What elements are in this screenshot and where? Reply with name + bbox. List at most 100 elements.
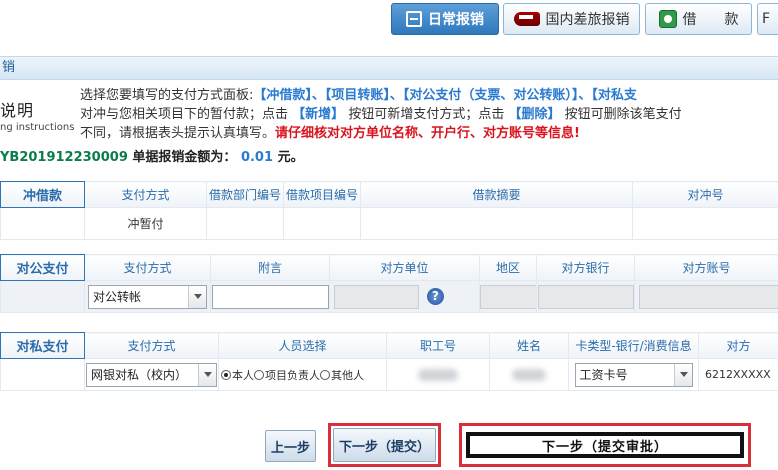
table-header-row: 对私支付 支付方式 人员选择 职工号 姓名 卡类型-银行/消费信息 对方 (0, 332, 778, 359)
public-pay-method-select[interactable]: 对公转帐 (88, 284, 207, 309)
public-payment-label: 对公支付 (0, 254, 85, 281)
bill-amount: 0.01 (240, 150, 274, 165)
column-header: 借款摘要 (360, 181, 633, 208)
tab-domestic-travel[interactable]: 国内差旅报销 (503, 3, 640, 35)
empty-cell (0, 207, 85, 240)
radio-label: 本人 (232, 368, 254, 382)
column-header: 支付方式 (84, 254, 211, 281)
bill-summary: YB201912230009 单据报销金额为： 0.01 元。 (0, 146, 304, 165)
instruction-options: 【冲借款】、【项目转账】、【对公支付（支票、对公转账）】、【对私支 (253, 88, 637, 103)
table-cell (632, 207, 778, 240)
counterparty-cell: ? (329, 280, 480, 313)
chevron-down-icon[interactable] (188, 285, 206, 308)
radio-label: 项目负责人 (265, 368, 320, 382)
radio-self[interactable] (221, 369, 231, 380)
tab-label: F (762, 11, 771, 27)
employee-id-cell (386, 358, 490, 391)
previous-step-button[interactable]: 上一步 (265, 430, 316, 462)
instruction-text: 按钮可删除该笔支付 (564, 107, 682, 122)
empty-cell (0, 358, 85, 391)
region-input[interactable] (480, 284, 536, 309)
instruction-text: 对冲与您相关项目下的暂付款；点击 (80, 107, 289, 122)
tab-daily-reimbursement[interactable]: 日常报销 (391, 3, 499, 35)
private-pay-method-cell: 网银对私（校内） (84, 358, 219, 391)
table-header-row: 对公支付 支付方式 附言 对方单位 地区 对方银行 对方账号 (0, 254, 778, 281)
private-payment-table: 对私支付 支付方式 人员选择 职工号 姓名 卡类型-银行/消费信息 对方 网银对… (0, 332, 778, 391)
column-header: 地区 (479, 254, 537, 281)
submit-for-approval-button[interactable]: 下一步（提交审批） (466, 432, 744, 458)
private-account-value: 6212XXXXX (705, 368, 771, 381)
column-header: 卡类型-银行/消费信息 (568, 332, 699, 359)
form-icon (406, 11, 422, 27)
chevron-down-icon[interactable] (198, 363, 216, 386)
column-header: 支付方式 (84, 332, 219, 359)
table-row: 冲暂付 (0, 207, 778, 240)
counterparty-input[interactable] (334, 284, 419, 309)
account-cell: 6212XXXXX (698, 358, 778, 391)
column-header: 借款项目编号 (283, 181, 361, 208)
table-row: 对公转帐 ? (0, 280, 778, 313)
instruction-warning: 请仔细核对对方单位名称、开户行、对方账号等信息! (275, 126, 580, 141)
table-header-row: 冲借款 支付方式 借款部门编号 借款项目编号 借款摘要 对冲号 (0, 181, 778, 208)
description-subtitle: ng instructions (0, 122, 75, 133)
amount-unit: 元。 (277, 150, 304, 165)
redacted-name (512, 369, 546, 381)
account-input[interactable] (639, 284, 778, 309)
next-submit-button[interactable]: 下一步（提交） (333, 428, 436, 462)
offset-loan-label: 冲借款 (0, 181, 85, 208)
private-payment-label: 对私支付 (0, 332, 85, 359)
person-select-cell: 本人 项目负责人 其他人 (218, 358, 387, 391)
instruction-line-1: 选择您要填写的支付方式面板:【冲借款】、【项目转账】、【对公支付（支票、对公转账… (80, 86, 778, 105)
radio-project-leader[interactable] (254, 369, 264, 380)
tab-partial[interactable]: F (757, 3, 778, 35)
select-value: 对公转帐 (93, 289, 142, 304)
instruction-delete-keyword: 【删除】 (508, 107, 561, 122)
public-payment-table: 对公支付 支付方式 附言 对方单位 地区 对方银行 对方账号 对公转帐 ? (0, 254, 778, 313)
card-type-select[interactable]: 工资卡号 (574, 362, 693, 387)
column-header: 支付方式 (84, 181, 207, 208)
table-cell (283, 207, 361, 240)
section-title: 销 (2, 60, 16, 75)
select-value: 网银对私（校内） (91, 367, 188, 382)
region-cell (479, 280, 537, 313)
column-header: 对方账号 (634, 254, 778, 281)
redacted-employee-id (418, 369, 458, 381)
help-icon[interactable]: ? (426, 288, 444, 305)
column-header: 对冲号 (632, 181, 778, 208)
bill-number: YB201912230009 (0, 150, 128, 165)
train-icon (513, 12, 540, 26)
instruction-text: 选择您要填写的支付方式面板: (80, 88, 254, 103)
memo-input[interactable] (211, 284, 329, 309)
instruction-line-2: 对冲与您相关项目下的暂付款；点击 【新增】 按钮可新增支付方式；点击 【删除】 … (80, 105, 778, 124)
instruction-text: 按钮可新增支付方式；点击 (348, 107, 505, 122)
tab-label: 国内差旅报销 (545, 12, 630, 28)
card-type-cell: 工资卡号 (568, 358, 699, 391)
amount-label: 单据报销金额为： (132, 150, 237, 165)
instruction-text: 不同，请根据表头提示认真填写。 (80, 126, 276, 141)
offset-loan-table: 冲借款 支付方式 借款部门编号 借款项目编号 借款摘要 对冲号 冲暂付 (0, 181, 778, 240)
radio-label: 其他人 (331, 368, 364, 382)
table-cell (360, 207, 633, 240)
chevron-down-icon[interactable] (673, 363, 692, 386)
column-header: 人员选择 (218, 332, 387, 359)
tab-loan[interactable]: 借 款 (645, 3, 752, 35)
table-row: 网银对私（校内） 本人 项目负责人 其他人 工资卡号 6212XXXXX (0, 358, 778, 391)
instruction-line-3: 不同，请根据表头提示认真填写。请仔细核对对方单位名称、开户行、对方账号等信息! (80, 124, 778, 143)
offset-pay-method: 冲暂付 (84, 207, 207, 240)
memo-cell (210, 280, 330, 313)
column-header: 借款部门编号 (206, 181, 284, 208)
name-cell (489, 358, 569, 391)
private-pay-method-select[interactable]: 网银对私（校内） (86, 362, 217, 387)
select-value: 工资卡号 (579, 367, 628, 382)
radio-other[interactable] (320, 369, 330, 380)
account-cell (634, 280, 778, 313)
column-header: 对方 (698, 332, 778, 359)
book-icon (658, 10, 677, 28)
bank-cell (536, 280, 635, 313)
table-cell (206, 207, 284, 240)
bank-input[interactable] (537, 284, 634, 309)
description-title: 说明 (0, 101, 35, 120)
public-pay-method-cell: 对公转帐 (84, 280, 211, 313)
column-header: 附言 (210, 254, 330, 281)
tab-label: 日常报销 (428, 12, 484, 28)
